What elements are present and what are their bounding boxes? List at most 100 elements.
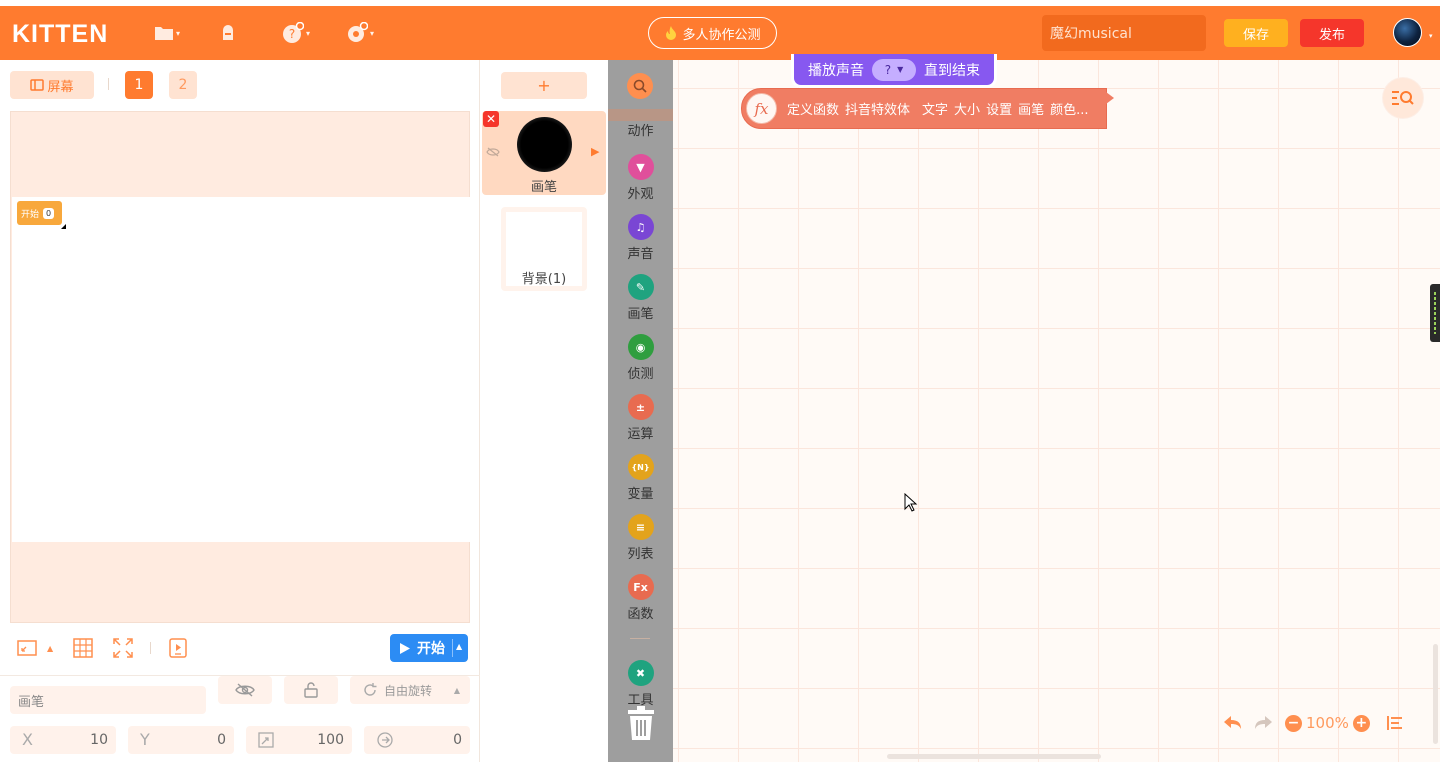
block-text: 设置 bbox=[986, 103, 1013, 118]
category-music-note[interactable]: ♫ 声音 bbox=[608, 214, 673, 262]
screen-button[interactable]: 屏幕 bbox=[10, 71, 94, 99]
category-motion[interactable]: 动作 bbox=[608, 120, 673, 139]
define-function-block[interactable]: fx 定义函数 抖音特效体 文字 大小 设置 画笔 颜色... bbox=[741, 88, 1114, 129]
play-sound-until-done-block[interactable]: 播放声音 ? ▼ 直到结束 bbox=[791, 54, 997, 88]
block-text: 颜色... bbox=[1050, 103, 1089, 118]
delete-sprite-button[interactable]: ✕ bbox=[483, 111, 499, 127]
function-icon: Fx bbox=[627, 574, 654, 600]
grid-icon bbox=[73, 638, 93, 658]
direction-field[interactable]: 0 bbox=[364, 726, 470, 754]
category-function[interactable]: Fx 函数 bbox=[608, 574, 673, 622]
undo-icon[interactable] bbox=[1223, 715, 1243, 731]
category-sensing[interactable]: ◉ 侦测 bbox=[608, 334, 673, 382]
fullscreen-button[interactable] bbox=[113, 634, 133, 662]
logo[interactable]: KITTEN bbox=[12, 20, 108, 49]
sprite-name: 画笔 bbox=[530, 180, 557, 195]
settings-icon bbox=[348, 22, 368, 42]
category-label: 函数 bbox=[627, 607, 654, 622]
eye-hidden-icon bbox=[235, 683, 255, 697]
x-position-field[interactable]: X 10 bbox=[10, 726, 116, 754]
fullscreen-icon bbox=[113, 638, 133, 658]
block-notch bbox=[1106, 92, 1114, 104]
publish-button[interactable]: 发布 bbox=[1300, 19, 1364, 47]
redo-icon[interactable] bbox=[1253, 715, 1273, 731]
search-icon bbox=[633, 79, 647, 93]
sprite-thumbnail bbox=[517, 117, 572, 172]
align-blocks-icon[interactable] bbox=[1386, 715, 1404, 731]
add-sprite-button[interactable]: + bbox=[501, 72, 587, 99]
visibility-toggle[interactable] bbox=[218, 676, 272, 704]
zoom-in-button[interactable]: + bbox=[1352, 714, 1370, 732]
file-menu-button[interactable]: ▾ bbox=[154, 22, 180, 44]
page-tab-2[interactable]: 2 bbox=[169, 71, 197, 99]
block-text: 定义函数 bbox=[787, 103, 840, 118]
help-menu-button[interactable]: ? ▾ bbox=[282, 22, 310, 44]
divider bbox=[452, 639, 453, 657]
sprite-card[interactable]: ✕ ▶ 画笔 bbox=[482, 111, 606, 195]
category-label: 运算 bbox=[627, 427, 654, 442]
sound-select[interactable]: ? ▼ bbox=[872, 58, 916, 81]
chevron-right-icon[interactable]: ▶ bbox=[591, 145, 599, 158]
zoom-out-button[interactable]: − bbox=[1285, 714, 1302, 732]
x-value: 10 bbox=[90, 732, 108, 748]
start-variable-label: 开始 bbox=[21, 209, 40, 220]
pen-icon: ✎ bbox=[627, 274, 654, 300]
stage-screen[interactable]: 开始 0 bbox=[12, 197, 470, 542]
find-block-button[interactable] bbox=[1383, 78, 1423, 118]
chevron-down-icon[interactable]: ▾ bbox=[1429, 32, 1433, 40]
y-position-field[interactable]: Y 0 bbox=[128, 726, 234, 754]
category-variable[interactable]: {N} 变量 bbox=[608, 454, 673, 502]
mouse-cursor-icon bbox=[904, 493, 918, 512]
project-title-input[interactable] bbox=[1042, 15, 1206, 51]
block-text: 大小 bbox=[954, 103, 981, 118]
category-shirt[interactable]: ▼ 外观 bbox=[608, 154, 673, 202]
page-tab-1[interactable]: 1 bbox=[125, 71, 153, 99]
grid-toggle-button[interactable] bbox=[73, 634, 93, 662]
operator-icon: ± bbox=[627, 394, 654, 420]
settings-menu-button[interactable]: ▾ bbox=[346, 22, 374, 44]
sprite-name-input[interactable] bbox=[10, 686, 206, 714]
eye-hidden-icon[interactable] bbox=[486, 147, 500, 157]
category-pen[interactable]: ✎ 画笔 bbox=[608, 274, 673, 322]
block-text: 文字 bbox=[922, 103, 949, 118]
category-label: 外观 bbox=[627, 187, 654, 202]
horizontal-scrollbar[interactable] bbox=[887, 754, 1101, 759]
category-operator[interactable]: ± 运算 bbox=[608, 394, 673, 442]
stage-canvas[interactable]: 开始 0 bbox=[10, 111, 470, 623]
stage-size-button[interactable]: ▲ bbox=[17, 634, 53, 662]
chevron-up-icon[interactable]: ▲ bbox=[456, 642, 462, 651]
side-drawer-handle[interactable] bbox=[1430, 284, 1440, 342]
size-field[interactable]: 100 bbox=[246, 726, 352, 754]
vertical-scrollbar[interactable] bbox=[1433, 644, 1438, 744]
collaboration-label: 多人协作公测 bbox=[682, 27, 761, 43]
category-tools[interactable]: ✖ 工具 bbox=[608, 660, 673, 708]
run-button[interactable]: 开始 ▲ bbox=[390, 634, 468, 662]
backpack-button[interactable] bbox=[218, 22, 238, 44]
pen-sprite[interactable] bbox=[61, 224, 66, 229]
play-mode-button[interactable] bbox=[169, 634, 187, 662]
folder-icon bbox=[155, 27, 173, 40]
code-workspace[interactable]: 播放声音 ? ▼ 直到结束 fx 定义函数 抖音特效体 文字 大小 设置 画笔 … bbox=[673, 54, 1440, 762]
avatar[interactable] bbox=[1393, 18, 1422, 47]
fire-icon bbox=[666, 26, 677, 40]
trash-icon[interactable] bbox=[626, 706, 656, 742]
start-variable-monitor[interactable]: 开始 0 bbox=[17, 201, 62, 225]
lock-toggle[interactable] bbox=[284, 676, 338, 704]
category-list[interactable]: ≡ 列表 bbox=[608, 514, 673, 562]
chevron-up-icon: ▲ bbox=[453, 685, 460, 695]
backpack-icon bbox=[223, 25, 233, 40]
rotation-style-select[interactable]: 自由旋转 ▲ bbox=[350, 676, 470, 704]
background-card[interactable]: 背景(1) bbox=[501, 207, 587, 291]
block-text: 画笔 bbox=[1018, 103, 1045, 118]
collaboration-button[interactable]: 多人协作公测 bbox=[648, 17, 777, 49]
top-bar: KITTEN ▾ ? ▾ ▾ 多人协作公测 保存 发布 ▾ bbox=[0, 0, 1440, 60]
block-search-button[interactable] bbox=[627, 73, 653, 99]
chevron-down-icon: ▾ bbox=[306, 28, 311, 38]
save-button[interactable]: 保存 bbox=[1224, 19, 1288, 47]
block-text: 播放声音 bbox=[808, 62, 864, 79]
category-label: 动作 bbox=[627, 124, 654, 139]
sprite-properties: 自由旋转 ▲ X 10 Y 0 100 0 bbox=[0, 675, 480, 762]
direction-icon bbox=[377, 732, 393, 748]
shirt-icon: ▼ bbox=[627, 154, 654, 180]
block-text: 抖音特效体 bbox=[845, 103, 911, 118]
